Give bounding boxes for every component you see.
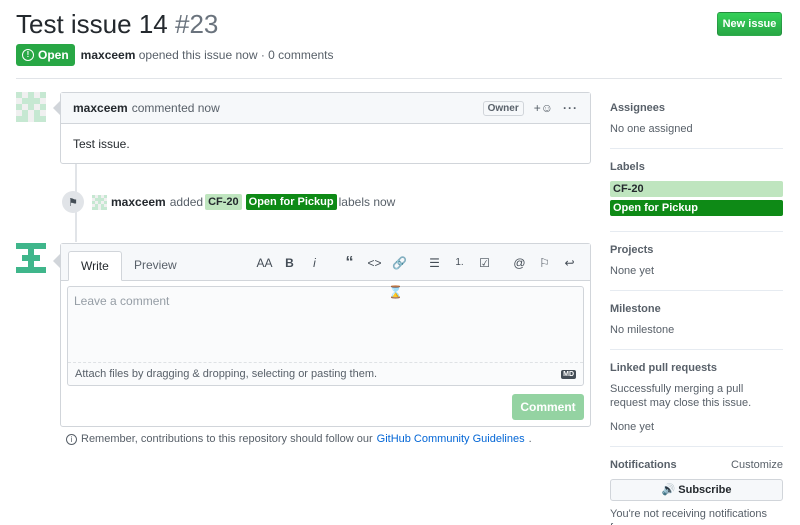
bold-icon[interactable]: B [277,254,302,272]
projects-title[interactable]: Projects [610,244,783,256]
state-badge: ! Open [16,44,75,66]
quote-icon[interactable]: “ [337,254,362,272]
comment-avatar[interactable] [16,92,46,122]
subscribe-button[interactable]: 🔊 Subscribe [610,479,783,501]
numbered-list-icon[interactable]: 1. [447,254,472,272]
header-divider [16,78,782,79]
notifications-title: Notifications Customize [610,459,783,471]
author-link[interactable]: maxceem [81,48,136,62]
sidebar-label-open-for-pickup[interactable]: Open for Pickup [610,200,783,216]
bulleted-list-icon[interactable]: ☰ [422,254,447,272]
comment-submit-button[interactable]: Comment [512,394,584,420]
tab-preview[interactable]: Preview [122,251,189,281]
code-icon[interactable]: <> [362,254,387,272]
add-reaction-icon[interactable]: +☺ [534,101,553,115]
projects-value: None yet [610,265,655,277]
linked-prs-title[interactable]: Linked pull requests [610,362,783,374]
markdown-icon[interactable]: MD [561,369,576,379]
sidebar-labels: Labels CF-20 Open for Pickup [610,161,783,232]
label-open-for-pickup[interactable]: Open for Pickup [245,194,337,210]
issue-meta: ! Open maxceem opened this issue now · 0… [16,44,334,66]
comment-body: Test issue. [73,137,130,151]
info-icon: i [66,433,77,445]
issue-title-text: Test issue 14 [16,9,168,39]
more-options-icon[interactable]: ··· [563,101,578,115]
comment-author[interactable]: maxceem [73,101,128,115]
header-text-icon[interactable]: AA [252,254,277,272]
event-avatar[interactable] [92,194,107,210]
label-cf-20[interactable]: CF-20 [205,194,242,210]
state-label: Open [38,48,69,62]
event-action: added [169,195,204,209]
customize-link[interactable]: Customize [731,459,783,471]
event-actor[interactable]: maxceem [111,195,166,209]
task-list-icon[interactable]: ☑ [472,254,497,272]
text-cursor-icon: ⌛ [388,285,403,299]
new-issue-button[interactable]: New issue [717,12,782,36]
issue-number: #23 [174,9,219,39]
attach-text: Attach files by dragging & dropping, sel… [75,368,378,380]
reply-icon[interactable]: ↩ [557,254,582,272]
attach-files-bar[interactable]: Attach files by dragging & dropping, sel… [68,363,583,385]
guidelines-link[interactable]: GitHub Community Guidelines [377,433,525,445]
issue-header: Test issue 14 #23 New issue [16,8,782,42]
label-event: ⚑ maxceem added CF-20 Open for Pickup la… [62,191,395,213]
sidebar-notifications: Notifications Customize 🔊 Subscribe You'… [610,459,783,525]
assignees-title[interactable]: Assignees [610,102,783,114]
assignees-value: No one assigned [610,123,693,135]
linked-prs-value: None yet [610,421,655,433]
issue-open-icon: ! [22,49,34,61]
tab-write[interactable]: Write [68,251,122,281]
notifications-note: You're not receiving notifications from [610,508,768,525]
labels-title[interactable]: Labels [610,161,783,173]
speaker-icon: 🔊 [661,484,676,496]
comment-header: maxceem commented now Owner +☺ ··· [61,93,590,124]
issue-comment: maxceem commented now Owner +☺ ··· Test … [53,92,591,164]
guidelines-note: i Remember, contributions to this reposi… [66,433,532,445]
sidebar-projects: Projects None yet [610,244,783,291]
sidebar-assignees: Assignees No one assigned [610,102,783,149]
owner-badge: Owner [482,100,524,116]
sidebar-milestone: Milestone No milestone [610,303,783,350]
editor-header: Write Preview AA B i “ <> 🔗 ☰ 1. ☑ @ ⚐ ↩ [61,244,590,281]
current-user-avatar[interactable] [16,243,46,273]
linked-prs-desc: Successfully merging a pull request may … [610,383,752,409]
sidebar-label-cf-20[interactable]: CF-20 [610,181,783,197]
milestone-title[interactable]: Milestone [610,303,783,315]
comment-time[interactable]: commented now [132,101,220,115]
event-suffix: labels now [338,195,396,209]
issue-sidebar: Assignees No one assigned Labels CF-20 O… [610,92,783,525]
link-icon[interactable]: 🔗 [387,254,412,272]
sidebar-linked-prs: Linked pull requests Successfully mergin… [610,362,783,447]
italic-icon[interactable]: i [302,254,327,272]
saved-reply-icon[interactable]: ⚐ [532,254,557,272]
mention-icon[interactable]: @ [507,254,532,272]
issue-title: Test issue 14 #23 [16,8,782,40]
tag-icon: ⚑ [62,191,84,213]
guidelines-text: Remember, contributions to this reposito… [81,433,373,445]
new-comment-form: Write Preview AA B i “ <> 🔗 ☰ 1. ☑ @ ⚐ ↩… [53,243,591,427]
milestone-value: No milestone [610,324,675,336]
comment-textarea-wrapper: Leave a comment Attach files by dragging… [67,286,584,386]
subscribe-label: Subscribe [678,484,732,496]
comment-textarea[interactable]: Leave a comment [68,287,583,363]
markdown-toolbar: AA B i “ <> 🔗 ☰ 1. ☑ @ ⚐ ↩ [252,254,582,272]
meta-text: maxceem opened this issue now · 0 commen… [81,48,334,62]
opened-text: opened this issue now · 0 comments [138,48,334,62]
